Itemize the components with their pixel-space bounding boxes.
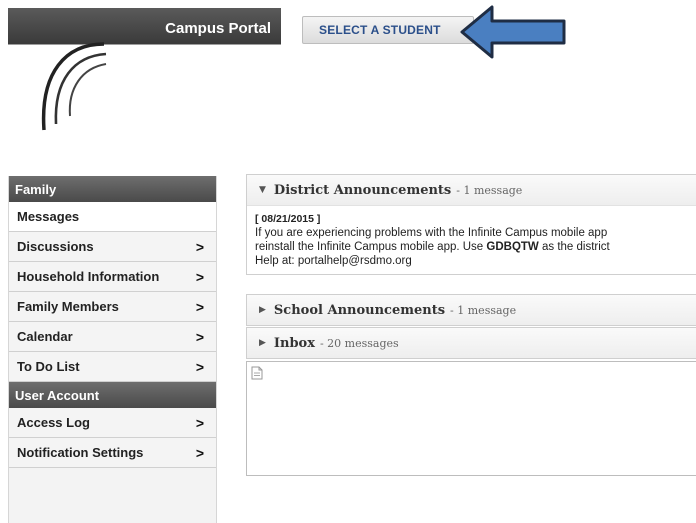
chevron-right-icon: > [195,414,204,431]
announcement-body: [ 08/21/2015 ] If you are experiencing p… [247,205,696,274]
panel-title: District Announcements [273,182,452,198]
inbox-content-frame [246,361,696,476]
panel-title: Inbox [273,335,315,351]
sidebar-item-label: Notification Settings [17,445,144,460]
sidebar-header-user-account: User Account [9,382,216,408]
chevron-right-icon: > [195,328,204,345]
announcement-date: [ 08/21/2015 ] [255,213,321,225]
app-title: Campus Portal [165,20,271,37]
chevron-right-icon: > [195,358,204,375]
sidebar-item-label: Messages [17,209,80,224]
sidebar-item-notification-settings[interactable]: Notification Settings > [9,438,216,468]
chevron-right-icon: > [195,238,204,255]
sidebar-item-family-members[interactable]: Family Members > [9,292,216,322]
sidebar-item-label: Family Members [17,299,119,314]
sidebar-item-label: Discussions [17,239,94,254]
district-announcements-panel: ▼ District Announcements - 1 message [ 0… [246,174,696,275]
select-student-tab[interactable]: SELECT A STUDENT [302,16,474,44]
pointer-arrow-icon [460,5,566,59]
document-icon [251,366,263,380]
sidebar-item-label: Calendar [17,329,73,344]
school-announcements-panel: ▶ School Announcements - 1 message [246,294,696,326]
district-announcements-header[interactable]: ▼ District Announcements - 1 message [247,175,696,205]
portal-logo-header: Campus Portal [8,8,281,170]
sidebar-item-to-do-list[interactable]: To Do List > [9,352,216,382]
sidebar-item-label: To Do List [17,359,80,374]
announcement-line: If you are experiencing problems with th… [255,227,608,239]
sidebar-header-family: Family [9,176,216,202]
chevron-right-icon: > [195,268,204,285]
message-count: - 1 message [450,303,517,317]
panel-title: School Announcements [273,302,446,318]
inbox-panel: ▶ Inbox - 20 messages [246,327,696,359]
announcement-text: reinstall the Infinite Campus mobile app… [255,241,487,253]
chevron-right-icon: > [195,444,204,461]
message-count: - 1 message [456,183,523,197]
triangle-right-icon: ▶ [259,338,266,348]
chevron-right-icon: > [195,298,204,315]
triangle-right-icon: ▶ [259,305,266,315]
triangle-down-icon: ▼ [259,185,266,195]
sidebar-item-calendar[interactable]: Calendar > [9,322,216,352]
campus-swoosh-icon [41,42,107,131]
sidebar-item-discussions[interactable]: Discussions > [9,232,216,262]
sidebar-item-access-log[interactable]: Access Log > [9,408,216,438]
announcement-line: Help at: portalhelp@rsdmo.org [255,255,412,267]
district-code: GDBQTW [486,241,539,253]
sidebar-item-label: Access Log [17,415,90,430]
inbox-header[interactable]: ▶ Inbox - 20 messages [247,328,696,358]
sidebar-item-messages[interactable]: Messages [9,202,216,232]
message-count: - 20 messages [319,336,399,350]
sidebar: Family Messages Discussions > Household … [8,176,217,523]
sidebar-item-label: Household Information [17,269,160,284]
announcement-line: reinstall the Infinite Campus mobile app… [255,240,690,254]
sidebar-item-household-information[interactable]: Household Information > [9,262,216,292]
announcement-text: as the district [538,241,610,253]
school-announcements-header[interactable]: ▶ School Announcements - 1 message [247,295,696,325]
